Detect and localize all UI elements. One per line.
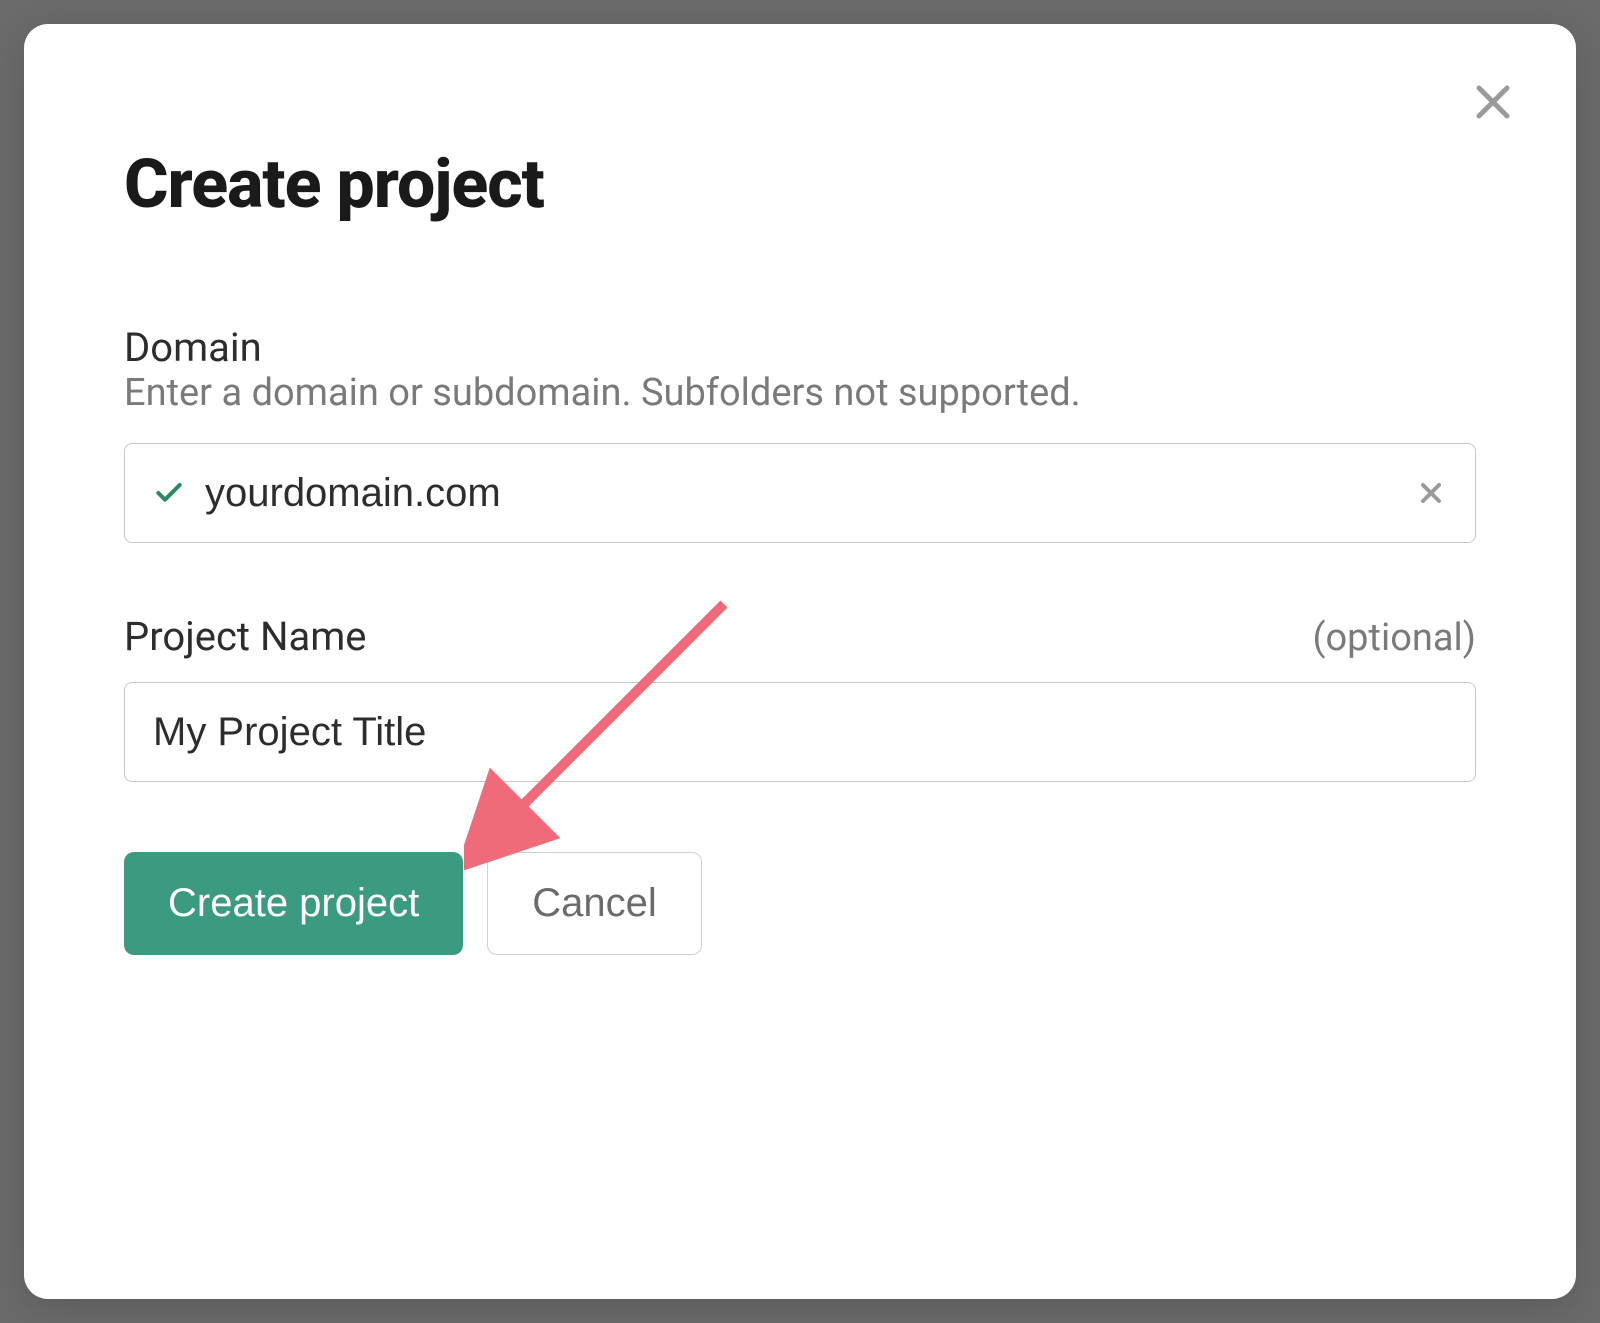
domain-input[interactable] [205, 444, 1395, 542]
x-icon [1415, 477, 1447, 509]
button-row: Create project Cancel [124, 852, 1476, 955]
project-name-label: Project Name [124, 613, 367, 660]
clear-domain-button[interactable] [1415, 477, 1447, 509]
project-name-input[interactable] [153, 683, 1447, 781]
modal-title: Create project [124, 144, 1476, 224]
domain-field-group: Domain Enter a domain or subdomain. Subf… [124, 324, 1476, 543]
check-icon [153, 477, 185, 509]
cancel-button[interactable]: Cancel [487, 852, 702, 955]
project-name-input-wrapper [124, 682, 1476, 782]
project-name-optional: (optional) [1313, 616, 1477, 660]
domain-hint: Enter a domain or subdomain. Subfolders … [124, 371, 1476, 415]
project-name-field-group: Project Name (optional) [124, 613, 1476, 782]
domain-input-wrapper [124, 443, 1476, 543]
create-project-button[interactable]: Create project [124, 852, 463, 955]
close-button[interactable] [1465, 74, 1521, 130]
close-icon [1469, 78, 1517, 126]
create-project-modal: Create project Domain Enter a domain or … [24, 24, 1576, 1299]
domain-label: Domain [124, 324, 1476, 371]
